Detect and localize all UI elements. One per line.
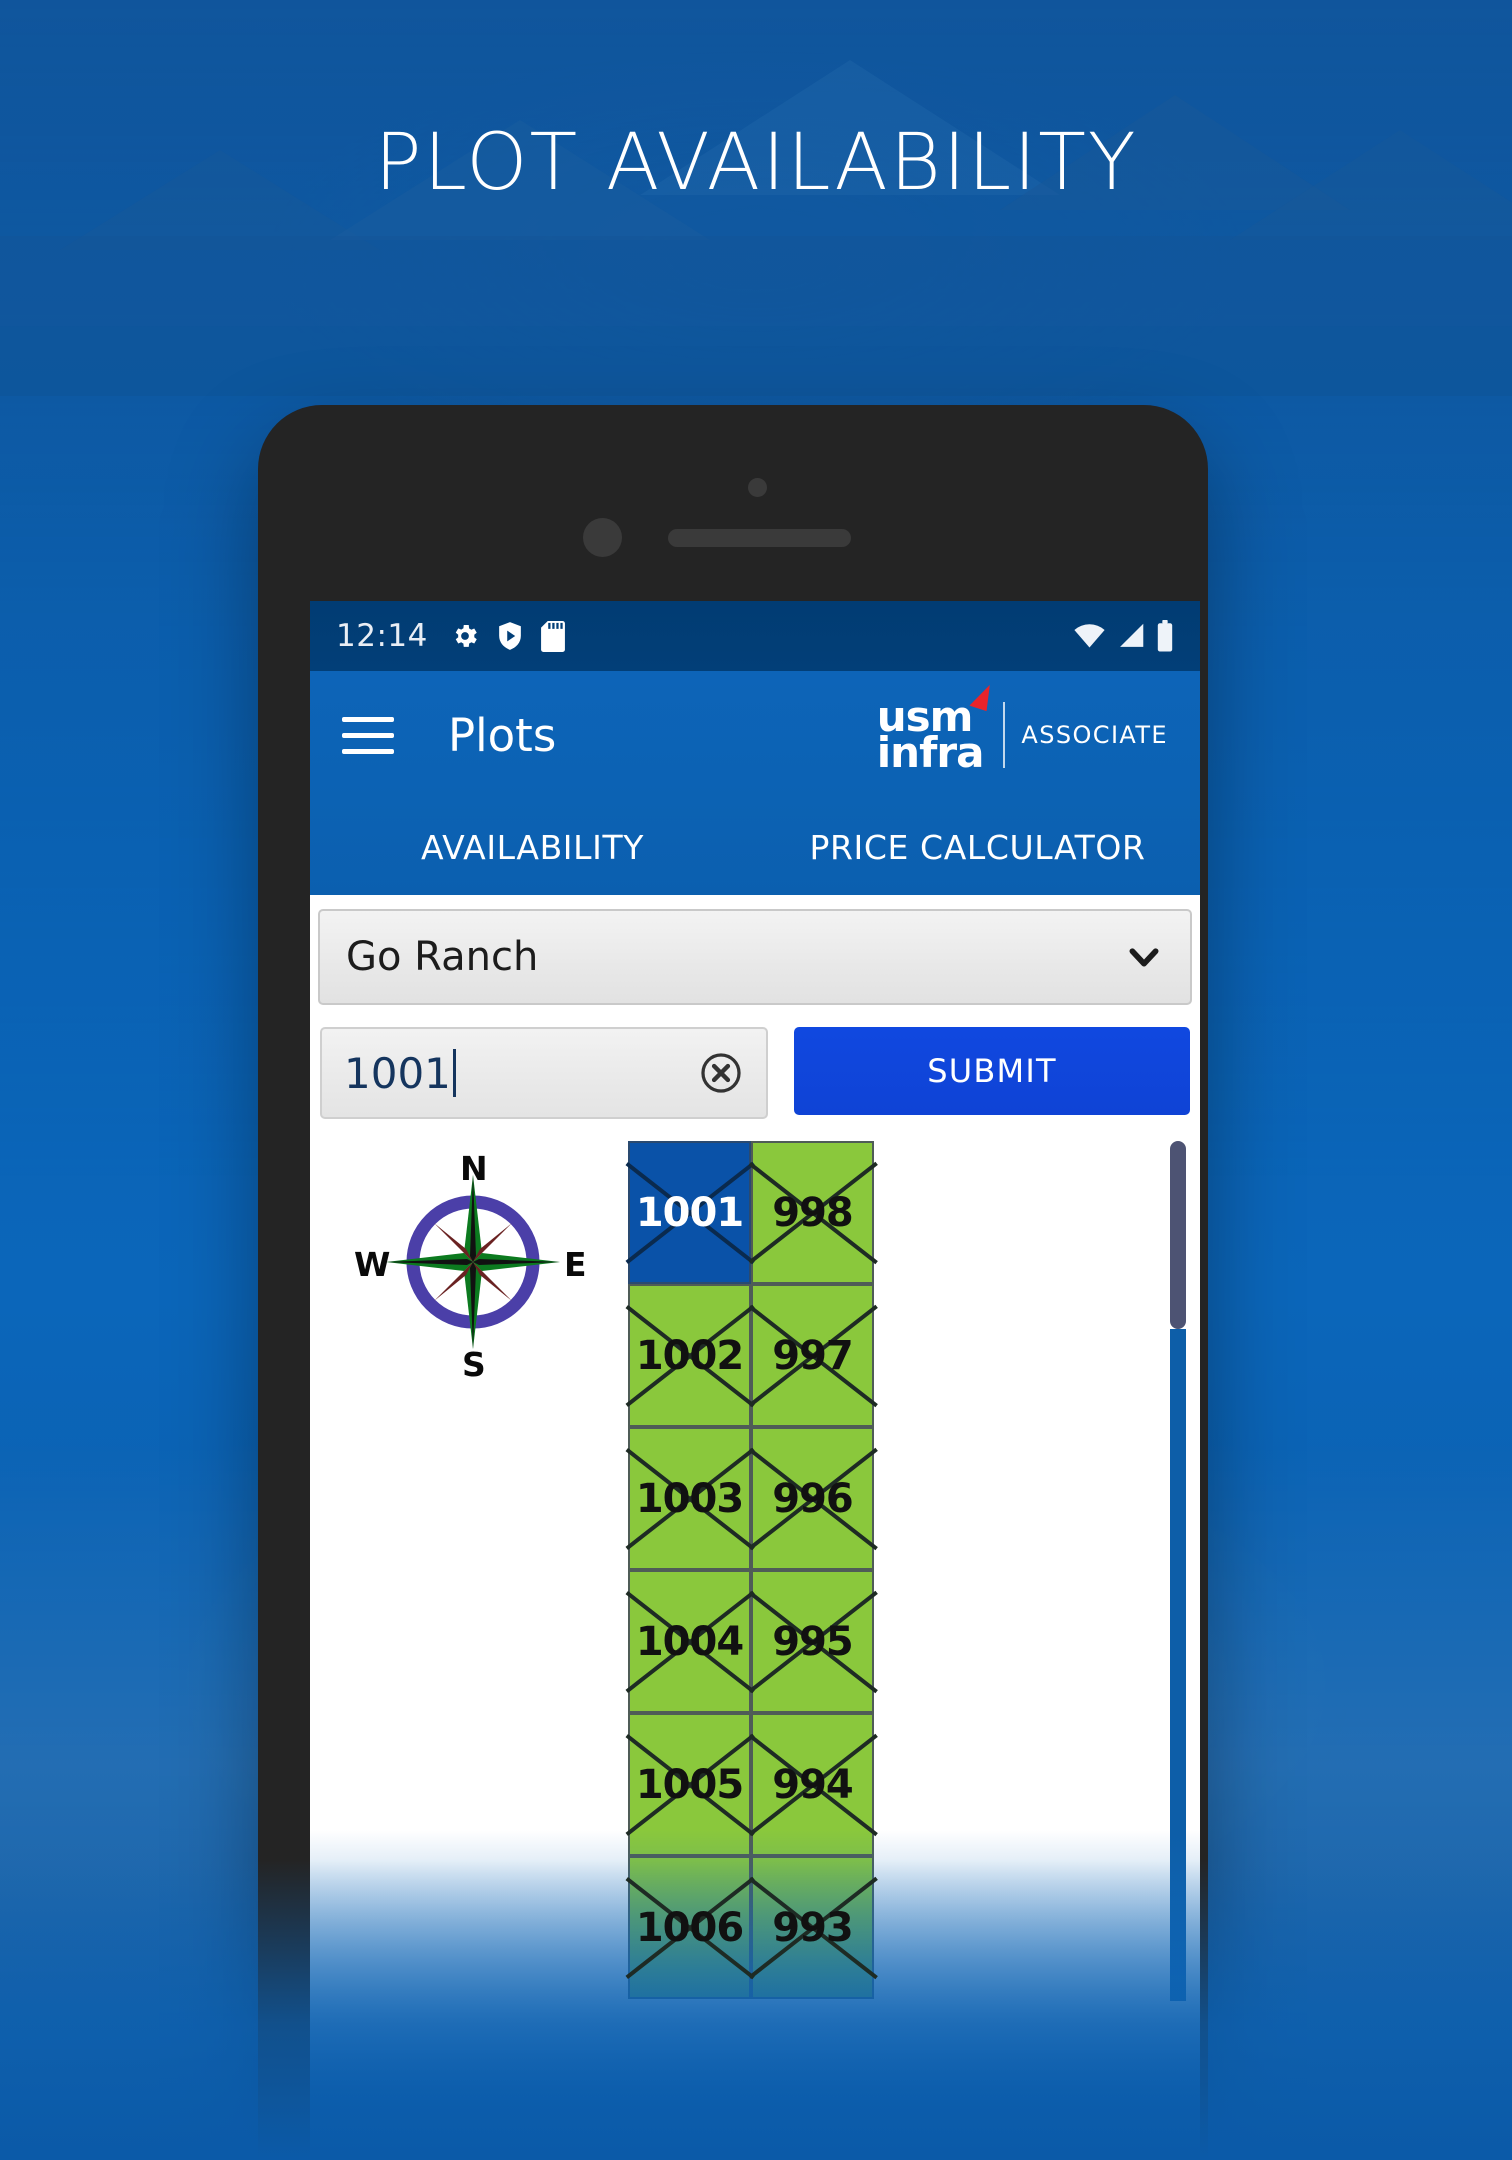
project-select-row: Go Ranch [318, 909, 1192, 1005]
plot-cell[interactable]: 1005 [628, 1713, 751, 1856]
plot-cell[interactable]: 996 [751, 1427, 874, 1570]
app-bar: Plots usm infra ASSOCIATE [310, 671, 1200, 799]
compass-label-east: E [564, 1245, 587, 1284]
brand-logo: usm infra ASSOCIATE [876, 680, 1168, 777]
background-band [0, 236, 1512, 326]
status-bar-left-icons [450, 620, 566, 652]
plot-cell-label: 997 [772, 1332, 853, 1379]
background-band [0, 326, 1512, 396]
project-select[interactable]: Go Ranch [318, 909, 1192, 1005]
plot-number-input[interactable]: 1001 [320, 1027, 768, 1119]
plot-cell-label: 993 [772, 1904, 853, 1951]
plot-grid-row: 1002 997 [628, 1284, 875, 1427]
brand-logo-text: usm infra [876, 680, 998, 777]
plot-grid[interactable]: 1001 998 1002 997 1003 996 1004 995 1005… [628, 1141, 875, 1999]
plot-cell[interactable]: 1002 [628, 1284, 751, 1427]
hamburger-line [342, 732, 394, 738]
hamburger-line [342, 748, 394, 754]
plot-cell-label: 1001 [635, 1189, 744, 1236]
earpiece-speaker-icon [668, 529, 851, 547]
map-scrollbar-track-fill [1170, 1329, 1186, 2001]
controls-panel: Go Ranch 1001 SUBMIT [310, 895, 1200, 1119]
plot-grid-row: 1004 995 [628, 1570, 875, 1713]
hamburger-menu-icon[interactable] [342, 716, 394, 754]
wifi-icon [1073, 622, 1106, 650]
plot-cell[interactable]: 1003 [628, 1427, 751, 1570]
plot-grid-row: 1003 996 [628, 1427, 875, 1570]
compass-label-west: W [354, 1245, 391, 1284]
tab-availability[interactable]: AVAILABILITY [310, 828, 755, 867]
compass-label-north: N [460, 1149, 488, 1188]
submit-button[interactable]: SUBMIT [794, 1027, 1190, 1115]
page-title: PLOT AVAILABILITY [374, 118, 1138, 208]
plot-cell[interactable]: 1006 [628, 1856, 751, 1999]
poster-page: PLOT AVAILABILITY 12:14 Plots usm infra … [0, 0, 1512, 2160]
front-camera-icon [748, 478, 767, 497]
chevron-down-icon [1124, 937, 1164, 977]
app-bar-title: Plots [448, 708, 557, 762]
phone-screen: 12:14 Plots usm infra ASSOCIATE AVAILABI… [310, 601, 1200, 2160]
plot-grid-row: 1006 993 [628, 1856, 875, 1999]
plot-map-area[interactable]: N S W E 1001 998 1002 997 1003 996 1004 … [310, 1135, 1200, 2015]
phone-top-bezel [258, 405, 1208, 593]
tab-price-calculator[interactable]: PRICE CALCULATOR [755, 828, 1200, 867]
compass-rose-graphic [386, 1175, 560, 1349]
plot-grid-row: 1005 994 [628, 1713, 875, 1856]
brand-arrow-mark-icon [969, 680, 995, 712]
plot-cell[interactable]: 993 [751, 1856, 874, 1999]
project-select-value: Go Ranch [346, 934, 539, 980]
plot-cell-label: 1005 [635, 1761, 744, 1808]
compass-label-south: S [462, 1345, 486, 1384]
shield-play-icon [496, 621, 524, 651]
plot-search-row: 1001 SUBMIT [318, 1027, 1192, 1119]
gear-icon [450, 621, 480, 651]
plot-cell[interactable]: 997 [751, 1284, 874, 1427]
plot-cell-label: 1002 [635, 1332, 744, 1379]
plot-cell-label: 1004 [635, 1618, 744, 1665]
tab-bar: AVAILABILITY PRICE CALCULATOR [310, 799, 1200, 895]
text-caret [452, 1049, 456, 1097]
plot-cell[interactable]: 995 [751, 1570, 874, 1713]
brand-associate-label: ASSOCIATE [1021, 721, 1168, 749]
status-bar-time: 12:14 [336, 618, 428, 654]
status-bar-right-icons [1073, 620, 1174, 652]
compass-rose: N S W E [354, 1149, 587, 1384]
brand-logo-line2: infra [876, 728, 985, 777]
plot-cell[interactable]: 1004 [628, 1570, 751, 1713]
plot-cell[interactable]: 998 [751, 1141, 874, 1284]
clear-circle-x-icon[interactable] [698, 1050, 744, 1096]
hamburger-line [342, 716, 394, 722]
battery-icon [1156, 620, 1174, 652]
plot-cell-label: 1006 [635, 1904, 744, 1951]
plot-cell-label: 998 [772, 1189, 853, 1236]
brand-divider [1003, 702, 1006, 768]
plot-cell-label: 1003 [635, 1475, 744, 1522]
plot-cell-label: 994 [772, 1761, 853, 1808]
sensor-dot-icon [583, 518, 622, 557]
status-bar: 12:14 [310, 601, 1200, 671]
map-scrollbar-thumb[interactable] [1170, 1141, 1186, 1329]
plot-number-input-value: 1001 [344, 1048, 451, 1098]
plot-cell-label: 995 [772, 1618, 853, 1665]
plot-cell[interactable]: 994 [751, 1713, 874, 1856]
cellular-signal-icon [1116, 622, 1146, 650]
plot-grid-row: 1001 998 [628, 1141, 875, 1284]
plot-cell-label: 996 [772, 1475, 853, 1522]
sd-card-icon [540, 620, 566, 652]
map-scrollbar[interactable] [1170, 1141, 1186, 2001]
plot-cell[interactable]: 1001 [628, 1141, 751, 1284]
